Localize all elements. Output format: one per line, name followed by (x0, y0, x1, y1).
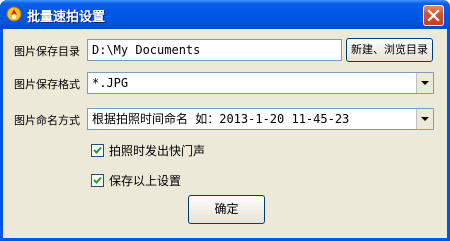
save-settings-checkbox[interactable] (91, 174, 104, 187)
format-label: 图片保存格式 (14, 78, 80, 91)
shutter-sound-label[interactable]: 拍照时发出快门声 (109, 142, 205, 159)
window-title: 批量速拍设置 (27, 10, 106, 25)
chevron-down-icon (421, 81, 429, 85)
settings-window: 批量速拍设置 图片保存目录 D:\My Documents 新建、浏览目录 图片… (0, 0, 450, 241)
save-settings-label[interactable]: 保存以上设置 (109, 172, 181, 189)
format-dropdown-button[interactable] (416, 73, 433, 93)
ok-button[interactable]: 确定 (188, 195, 265, 224)
naming-dropdown-button[interactable] (416, 109, 433, 129)
camera-app-icon (6, 6, 22, 22)
checkmark-icon (93, 146, 102, 154)
naming-label: 图片命名方式 (14, 114, 80, 127)
naming-select[interactable]: 根据拍照时间命名 如：2013-1-20 11-45-23 (87, 108, 434, 130)
format-selected-value: *.JPG (92, 76, 129, 90)
dialog-body: 图片保存目录 D:\My Documents 新建、浏览目录 图片保存格式 *.… (3, 29, 447, 238)
format-select[interactable]: *.JPG (87, 72, 434, 94)
save-dir-label: 图片保存目录 (14, 45, 80, 58)
naming-selected-value: 根据拍照时间命名 如：2013-1-20 11-45-23 (92, 112, 350, 126)
checkmark-icon (93, 176, 102, 184)
save-dir-input[interactable]: D:\My Documents (87, 39, 342, 61)
close-icon (427, 9, 440, 22)
shutter-sound-checkbox[interactable] (91, 144, 104, 157)
close-button[interactable] (423, 5, 444, 26)
title-bar[interactable]: 批量速拍设置 (0, 0, 450, 29)
browse-dir-button[interactable]: 新建、浏览目录 (346, 38, 433, 62)
chevron-down-icon (421, 117, 429, 121)
